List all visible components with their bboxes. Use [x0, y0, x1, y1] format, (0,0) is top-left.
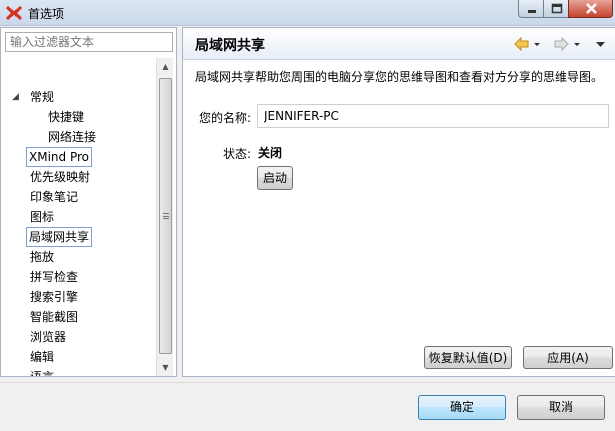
scroll-down-icon[interactable]: ▼: [157, 359, 174, 376]
tree-item-priority-mapping[interactable]: 优先级映射: [28, 167, 92, 187]
forward-button[interactable]: [553, 36, 585, 52]
tree-item-smart-capture[interactable]: 智能截图: [28, 307, 80, 327]
view-menu-button[interactable]: [593, 36, 609, 52]
preference-page: 局域网共享 局域网共享帮助您周围的电脑分享您的思维导图和查看对方分享的思维导图。…: [182, 27, 615, 377]
minimize-icon: [528, 10, 536, 13]
preferences-tree: ◢ 常规 快捷键 网络连接 XMind Pro 优先级映射 印象笔记 图标 局域…: [1, 58, 156, 376]
expand-collapse-icon[interactable]: ◢: [12, 92, 19, 102]
view-menu-icon: [596, 42, 605, 47]
status-value: 关闭: [258, 146, 283, 160]
tree-item-label: 网络连接: [48, 130, 97, 144]
name-label: 您的名称:: [199, 111, 252, 125]
ok-button[interactable]: 确定: [418, 395, 506, 420]
cancel-button[interactable]: 取消: [517, 395, 605, 420]
tree-item-label: 图标: [30, 210, 55, 224]
minimize-button[interactable]: [518, 0, 544, 18]
tree-item-language[interactable]: 语言: [28, 367, 56, 376]
scroll-thumb[interactable]: [159, 78, 172, 354]
apply-button[interactable]: 应用(A): [523, 346, 613, 369]
tree-item-label: 拼写检查: [30, 270, 79, 284]
grip-icon: [163, 213, 169, 219]
page-header: 局域网共享: [183, 28, 615, 60]
tree-item-search-engine[interactable]: 搜索引擎: [28, 287, 80, 307]
tree-item-label: 浏览器: [30, 330, 67, 344]
tree-item-label: 智能截图: [30, 310, 79, 324]
start-button[interactable]: 启动: [257, 166, 293, 190]
maximize-button[interactable]: [543, 0, 569, 18]
tree-item-label: 语言: [30, 370, 54, 376]
tree-item-lan-sharing[interactable]: 局域网共享: [26, 227, 93, 247]
title-bar: 首选项: [0, 0, 615, 26]
tree-item-label: 优先级映射: [30, 170, 91, 184]
tree-item-general[interactable]: 常规: [28, 87, 56, 107]
filter-input[interactable]: [5, 32, 173, 52]
forward-arrow-icon: [554, 36, 569, 52]
maximize-icon: [551, 3, 563, 14]
name-input[interactable]: [257, 104, 609, 128]
xmind-logo-icon: [6, 6, 22, 20]
tree-item-label: 常规: [30, 90, 55, 104]
tree-item-label: 局域网共享: [29, 230, 90, 244]
close-icon: [586, 3, 597, 14]
status-label: 状态:: [223, 147, 252, 161]
tree-scrollbar[interactable]: ▲ ▼: [156, 58, 173, 376]
tree-item-icons[interactable]: 图标: [28, 207, 56, 227]
tree-item-label: 搜索引擎: [30, 290, 79, 304]
tree-item-evernote[interactable]: 印象笔记: [28, 187, 80, 207]
page-title: 局域网共享: [195, 38, 265, 54]
tree-item-label: 印象笔记: [30, 190, 79, 204]
back-button[interactable]: [513, 36, 545, 52]
tree-item-label: 快捷键: [48, 110, 85, 124]
preferences-nav-pane: ◢ 常规 快捷键 网络连接 XMind Pro 优先级映射 印象笔记 图标 局域…: [0, 27, 177, 377]
tree-item-browser[interactable]: 浏览器: [28, 327, 68, 347]
chevron-down-icon: [534, 43, 540, 46]
back-arrow-icon: [514, 36, 529, 52]
tree-item-label: 编辑: [30, 350, 55, 364]
tree-item-label: 拖放: [30, 250, 55, 264]
close-button[interactable]: [568, 0, 613, 18]
window-title: 首选项: [28, 7, 65, 21]
page-description: 局域网共享帮助您周围的电脑分享您的思维导图和查看对方分享的思维导图。: [195, 70, 604, 84]
tree-item-shortcuts[interactable]: 快捷键: [46, 107, 86, 127]
tree-item-spell-check[interactable]: 拼写检查: [28, 267, 80, 287]
tree-item-network[interactable]: 网络连接: [46, 127, 98, 147]
tree-item-label: XMind Pro: [29, 150, 89, 164]
tree-item-drag-drop[interactable]: 拖放: [28, 247, 56, 267]
tree-item-edit[interactable]: 编辑: [28, 347, 56, 367]
restore-defaults-button[interactable]: 恢复默认值(D): [424, 346, 512, 369]
chevron-down-icon: [574, 43, 580, 46]
scroll-up-icon[interactable]: ▲: [157, 58, 174, 75]
tree-item-xmind-pro[interactable]: XMind Pro: [26, 147, 92, 167]
divider: [0, 382, 615, 383]
